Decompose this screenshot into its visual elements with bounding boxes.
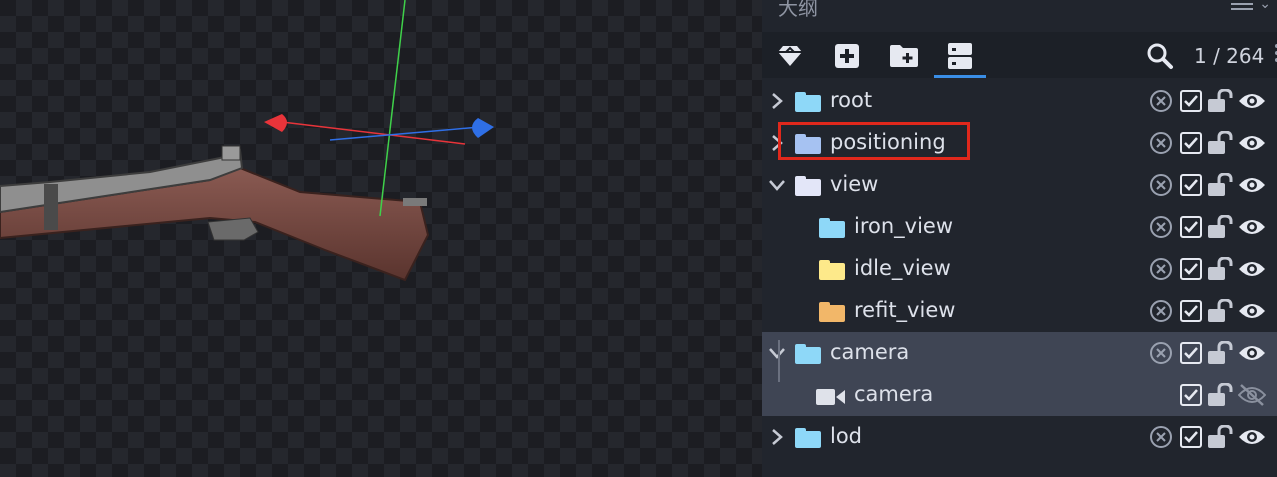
rifle-model[interactable] [0, 145, 430, 282]
eye-off-icon[interactable] [1237, 383, 1267, 407]
outline-item-label: root [830, 88, 873, 112]
add-button[interactable] [831, 40, 863, 72]
unlock-icon[interactable] [1207, 298, 1233, 323]
remove-icon[interactable] [1149, 131, 1173, 155]
outline-row[interactable]: iron_view [762, 206, 1277, 248]
chevron-right-icon[interactable] [768, 91, 786, 111]
eye-icon[interactable] [1238, 89, 1265, 113]
eye-icon[interactable] [1238, 341, 1265, 365]
add-folder-icon [890, 45, 918, 67]
unlock-icon[interactable] [1207, 130, 1233, 155]
axis-y-line [379, 0, 406, 217]
chevron-down-icon[interactable]: ⌄ [1259, 0, 1271, 12]
eye-icon[interactable] [1238, 215, 1265, 239]
search-button[interactable] [1146, 42, 1174, 74]
outline-row[interactable]: camera [762, 332, 1277, 374]
outline-row[interactable]: lod [762, 416, 1277, 458]
unlock-icon[interactable] [1207, 88, 1233, 113]
remove-icon[interactable] [1149, 215, 1173, 239]
outline-row[interactable]: root [762, 80, 1277, 122]
tree-guide-line [778, 340, 780, 382]
folder-icon [819, 302, 845, 322]
eye-icon[interactable] [1238, 257, 1265, 281]
add-icon [835, 44, 859, 68]
outline-item-label: camera [830, 340, 910, 364]
remove-icon[interactable] [1149, 89, 1173, 113]
panel-title: 大纲 [778, 0, 818, 20]
checkbox-icon[interactable] [1179, 257, 1203, 281]
chevron-right-icon[interactable] [768, 427, 786, 447]
remove-icon[interactable] [1149, 173, 1173, 197]
outline-panel: 大纲 ⌄ 1 / 264 root positioning view iron_… [762, 0, 1277, 477]
outline-item-label: camera [854, 382, 934, 406]
remove-icon[interactable] [1149, 425, 1173, 449]
selection-highlight [778, 122, 970, 160]
chevron-down-icon[interactable] [768, 175, 786, 195]
checkbox-icon[interactable] [1179, 215, 1203, 239]
remove-icon[interactable] [1149, 341, 1173, 365]
outline-row[interactable]: view [762, 164, 1277, 206]
axis-z-line [329, 126, 481, 141]
outline-row[interactable]: refit_view [762, 290, 1277, 332]
outline-item-label: iron_view [854, 214, 954, 238]
folder-icon [819, 260, 845, 280]
checkbox-icon[interactable] [1179, 173, 1203, 197]
outline-row[interactable]: camera [762, 374, 1277, 416]
add-folder-button[interactable] [888, 40, 920, 72]
remove-icon[interactable] [1149, 257, 1173, 281]
rifle-butt-plate [403, 198, 427, 206]
unlock-icon[interactable] [1207, 256, 1233, 281]
gem-button[interactable] [774, 40, 806, 72]
camera-icon [816, 388, 846, 406]
outline-item-label: idle_view [854, 256, 951, 280]
rifle-band [44, 184, 58, 230]
folder-icon [795, 428, 821, 448]
eye-icon[interactable] [1238, 425, 1265, 449]
rifle-hammer [221, 145, 241, 161]
unlock-icon[interactable] [1207, 214, 1233, 239]
checkbox-icon[interactable] [1179, 299, 1203, 323]
checkbox-icon[interactable] [1179, 131, 1203, 155]
group-button[interactable] [934, 40, 986, 78]
group-icon [948, 43, 972, 69]
outline-toolbar: 1 / 264 [762, 32, 1277, 78]
outline-row[interactable]: idle_view [762, 248, 1277, 290]
folder-icon [795, 344, 821, 364]
gem-icon [778, 46, 802, 66]
checkbox-icon[interactable] [1179, 341, 1203, 365]
rifle-trigger-guard [207, 217, 259, 241]
3d-viewport[interactable] [0, 0, 762, 477]
chevron-down-icon[interactable] [768, 343, 786, 363]
checkbox-icon[interactable] [1179, 89, 1203, 113]
result-counter: 1 / 264 [1194, 44, 1265, 68]
checkbox-icon[interactable] [1179, 383, 1203, 407]
unlock-icon[interactable] [1207, 172, 1233, 197]
axis-z-handle[interactable] [472, 118, 494, 138]
menu-icon[interactable] [1231, 0, 1253, 10]
folder-icon [795, 176, 821, 196]
folder-icon [819, 218, 845, 238]
outline-item-label: view [830, 172, 879, 196]
search-icon [1147, 43, 1173, 69]
unlock-icon[interactable] [1207, 382, 1233, 407]
outline-item-label: lod [830, 424, 863, 448]
axis-x-handle[interactable] [264, 114, 287, 132]
eye-icon[interactable] [1238, 173, 1265, 197]
remove-icon[interactable] [1149, 299, 1173, 323]
folder-icon [795, 92, 821, 112]
axis-x-line [281, 121, 466, 145]
unlock-icon[interactable] [1207, 340, 1233, 365]
viewport-canvas [0, 0, 494, 282]
eye-icon[interactable] [1238, 131, 1265, 155]
unlock-icon[interactable] [1207, 424, 1233, 449]
checkbox-icon[interactable] [1179, 425, 1203, 449]
outline-item-label: refit_view [854, 298, 956, 322]
eye-icon[interactable] [1238, 299, 1265, 323]
